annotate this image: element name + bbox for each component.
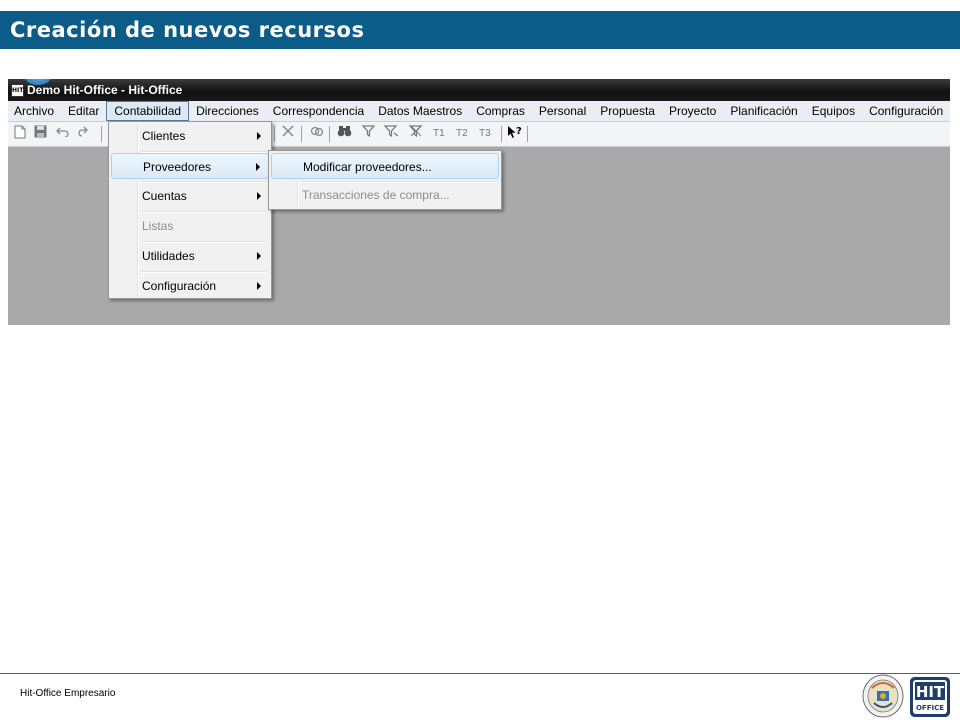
toolbar-t1[interactable]: T1 xyxy=(433,125,445,142)
filter-icon[interactable] xyxy=(360,125,377,142)
footer-text: Hit-Office Empresario xyxy=(20,688,116,699)
menu-item-transacciones-compra[interactable]: Transacciones de compra... xyxy=(271,182,499,208)
menu-editar[interactable]: Editar xyxy=(61,101,106,121)
svg-text:?: ? xyxy=(516,126,522,137)
menu-item-utilidades[interactable]: Utilidades xyxy=(111,243,269,269)
menu-correspondencia[interactable]: Correspondencia xyxy=(266,101,371,121)
window-title: Demo Hit-Office - Hit-Office xyxy=(27,83,183,97)
filter-edit-icon[interactable] xyxy=(383,125,400,142)
menu-item-proveedores[interactable]: Proveedores xyxy=(111,153,269,179)
menu-datos-maestros[interactable]: Datos Maestros xyxy=(371,101,469,121)
menu-propuesta[interactable]: Propuesta xyxy=(593,101,662,121)
menu-archivo[interactable]: Archivo xyxy=(8,101,61,121)
menu-contabilidad[interactable]: Contabilidad xyxy=(106,101,190,121)
redo-icon[interactable] xyxy=(76,125,93,142)
filter-remove-icon[interactable] xyxy=(407,125,424,142)
menu-item-configuracion[interactable]: Configuración xyxy=(111,273,269,299)
window-titlebar: HIT Demo Hit-Office - Hit-Office xyxy=(8,79,950,101)
hit-office-logo: HIT OFFICE xyxy=(910,677,950,717)
application-screenshot: HIT Demo Hit-Office - Hit-Office Archivo… xyxy=(8,79,950,325)
menu-item-label: Utilidades xyxy=(142,249,195,263)
menu-item-label: Clientes xyxy=(142,129,186,143)
menu-item-label: Listas xyxy=(142,219,174,233)
save-icon[interactable] xyxy=(32,125,49,142)
slide-title: Creación de nuevos recursos xyxy=(0,11,960,49)
toolbar-separator xyxy=(329,126,330,142)
toolbar-separator xyxy=(501,126,502,142)
submenu-arrow-icon xyxy=(257,132,261,140)
app-logo-icon: HIT xyxy=(11,84,24,97)
footer-divider xyxy=(0,673,960,674)
office-logo-text: OFFICE xyxy=(916,704,944,712)
new-document-icon[interactable] xyxy=(11,125,28,142)
submenu-arrow-icon xyxy=(257,192,261,200)
menu-direcciones[interactable]: Direcciones xyxy=(189,101,266,121)
menubar: Archivo Editar Contabilidad Direcciones Corr… xyxy=(8,101,950,122)
menu-personal[interactable]: Personal xyxy=(532,101,593,121)
toolbar-separator xyxy=(527,126,528,142)
menu-configuracion[interactable]: Configuración xyxy=(862,101,950,121)
binoculars-icon[interactable] xyxy=(336,125,353,142)
toolbar-separator xyxy=(101,126,102,142)
proveedores-submenu: Modificar proveedores... Transacciones d… xyxy=(268,150,502,210)
submenu-arrow-icon xyxy=(257,282,261,290)
menu-proyecto[interactable]: Proyecto xyxy=(662,101,723,121)
menu-item-label: Configuración xyxy=(142,279,217,293)
institution-seal-logo xyxy=(858,673,908,719)
undo-icon[interactable] xyxy=(54,125,71,142)
contabilidad-dropdown: Clientes Proveedores Cuentas Listas Util… xyxy=(108,121,272,299)
menu-equipos[interactable]: Equipos xyxy=(805,101,862,121)
menu-item-label: Cuentas xyxy=(142,189,187,203)
menu-item-cuentas[interactable]: Cuentas xyxy=(111,183,269,209)
menu-item-label: Modificar proveedores... xyxy=(303,160,432,174)
menu-gutter xyxy=(137,124,139,296)
menu-planificacion[interactable]: Planificación xyxy=(723,101,804,121)
toolbar-separator xyxy=(301,126,302,142)
menu-item-listas[interactable]: Listas xyxy=(111,213,269,239)
menu-item-label: Transacciones de compra... xyxy=(302,188,450,202)
delete-icon[interactable] xyxy=(279,125,296,142)
link-icon[interactable] xyxy=(308,125,325,142)
toolbar-separator xyxy=(274,126,275,142)
toolbar-t3[interactable]: T3 xyxy=(479,125,491,142)
help-pointer-icon[interactable]: ? xyxy=(506,125,523,142)
toolbar-t2[interactable]: T2 xyxy=(456,125,468,142)
hit-logo-text: HIT xyxy=(916,683,945,701)
menu-item-modificar-proveedores[interactable]: Modificar proveedores... xyxy=(271,153,499,179)
menu-item-clientes[interactable]: Clientes xyxy=(111,123,269,149)
menu-compras[interactable]: Compras xyxy=(469,101,532,121)
submenu-arrow-icon xyxy=(257,252,261,260)
menu-item-label: Proveedores xyxy=(143,160,212,174)
submenu-arrow-icon xyxy=(256,163,260,171)
